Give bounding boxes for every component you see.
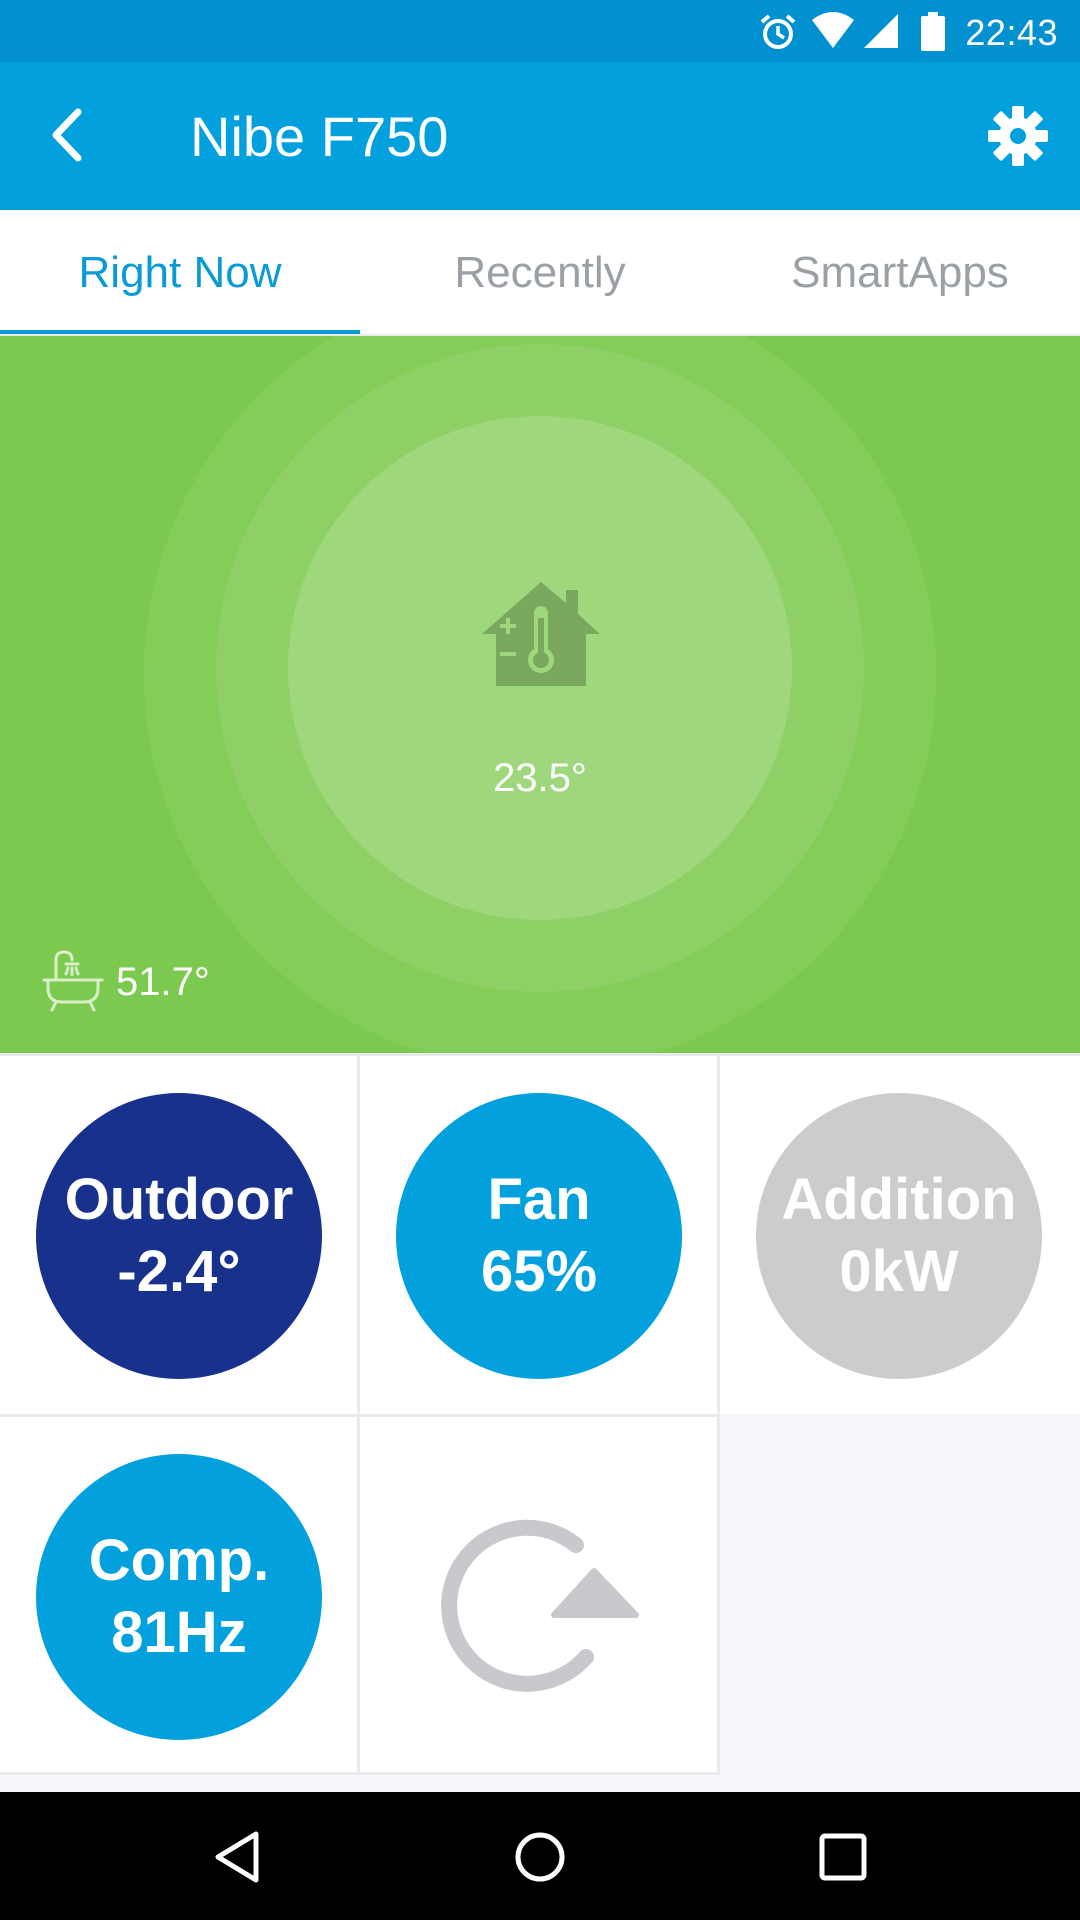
addition-label: Addition	[781, 1167, 1017, 1232]
battery-icon	[921, 12, 945, 51]
addition-value: 0kW	[839, 1239, 959, 1304]
outdoor-value: -2.4°	[117, 1239, 241, 1304]
nav-home-icon[interactable]	[513, 1830, 567, 1884]
refresh-icon[interactable]	[436, 1497, 646, 1697]
page-title: Nibe F750	[190, 105, 449, 168]
wifi-icon	[812, 12, 854, 48]
tab-right-now[interactable]: Right Now	[0, 210, 360, 336]
tab-recently[interactable]: Recently	[360, 210, 720, 336]
addition-bubble: Addition 0kW	[756, 1093, 1042, 1379]
system-nav-bar	[0, 1792, 1080, 1920]
tab-bar: Right Now Recently SmartApps	[0, 210, 1080, 336]
outdoor-label: Outdoor	[64, 1167, 294, 1232]
tile-empty	[720, 1414, 1080, 1775]
tile-addition[interactable]: Addition 0kW	[720, 1053, 1080, 1414]
tile-outdoor[interactable]: Outdoor -2.4°	[0, 1053, 360, 1414]
status-tiles: Outdoor -2.4° Fan 65% Addition 0kW Comp.…	[0, 1053, 1080, 1775]
indoor-temperature: 23.5°	[493, 756, 587, 800]
tile-compressor[interactable]: Comp. 81Hz	[0, 1414, 360, 1775]
settings-gear-icon[interactable]	[986, 104, 1050, 168]
status-bar: 22:43	[0, 0, 1080, 62]
alarm-icon	[760, 14, 796, 49]
tile-refresh[interactable]	[360, 1414, 720, 1775]
back-arrow-icon[interactable]	[40, 102, 106, 168]
tab-smartapps[interactable]: SmartApps	[720, 210, 1080, 336]
bathtub-icon	[42, 950, 104, 1012]
fan-value: 65%	[480, 1239, 598, 1304]
house-thermometer-icon	[482, 582, 600, 686]
outdoor-bubble: Outdoor -2.4°	[36, 1093, 322, 1379]
fan-bubble: Fan 65%	[396, 1093, 682, 1379]
signal-icon	[864, 14, 898, 48]
compressor-label: Comp.	[88, 1528, 270, 1593]
clock: 22:43	[965, 12, 1058, 53]
nav-back-icon[interactable]	[210, 1830, 264, 1884]
compressor-bubble: Comp. 81Hz	[36, 1454, 322, 1740]
fan-label: Fan	[487, 1167, 591, 1232]
compressor-value: 81Hz	[111, 1600, 247, 1665]
nav-recents-icon[interactable]	[816, 1830, 870, 1884]
hot-water-temperature: 51.7°	[116, 960, 210, 1004]
indoor-climate-panel[interactable]: 23.5° 51.7°	[0, 336, 1080, 1053]
tile-fan[interactable]: Fan 65%	[360, 1053, 720, 1414]
app-bar: Nibe F750	[0, 62, 1080, 210]
